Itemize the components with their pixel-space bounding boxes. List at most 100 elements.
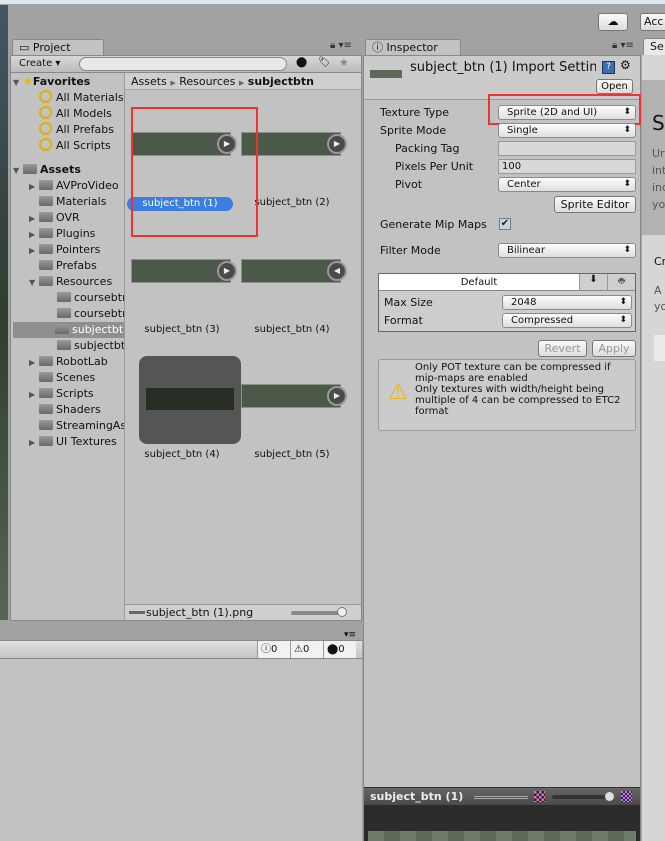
cloud-button[interactable]: ☁ bbox=[598, 13, 628, 31]
folder-icon bbox=[23, 164, 37, 174]
generate-mipmaps-label: Generate Mip Maps bbox=[380, 218, 487, 231]
back-arrow-icon: ◀ bbox=[327, 261, 347, 281]
tab-project[interactable]: ▭ Project bbox=[12, 39, 104, 56]
folder-item[interactable]: ▶ Plugins bbox=[13, 226, 125, 242]
folder-item[interactable]: ▶ Scripts bbox=[13, 386, 125, 402]
search-icon bbox=[39, 106, 52, 119]
info-icon: ⓘ bbox=[261, 644, 271, 655]
folder-icon bbox=[39, 212, 53, 222]
folder-icon bbox=[39, 180, 53, 190]
warning-toggle[interactable]: ⚠0 bbox=[290, 641, 323, 658]
alpha-toggle-icon[interactable] bbox=[534, 791, 545, 802]
lock-icon[interactable]: 🔒︎ ▾≡ bbox=[612, 40, 634, 51]
inspector-title: subject_btn (1) Import Settings bbox=[410, 60, 596, 75]
format-dropdown[interactable]: Compressed bbox=[502, 313, 632, 328]
console-menu-icon[interactable]: ▾≡ bbox=[344, 630, 356, 640]
pixels-per-unit-field[interactable]: 100 bbox=[498, 159, 636, 174]
download-platform-icon[interactable]: ⬇ bbox=[579, 274, 607, 291]
folder-icon bbox=[39, 404, 53, 414]
play-icon: ▶ bbox=[217, 261, 237, 281]
max-size-dropdown[interactable]: 2048 bbox=[502, 295, 632, 310]
folder-item[interactable]: Prefabs bbox=[13, 258, 125, 274]
revert-button[interactable]: Revert bbox=[538, 340, 587, 357]
sprite-thumbnail[interactable] bbox=[131, 259, 231, 283]
tab-default-platform[interactable]: Default bbox=[379, 274, 579, 291]
folder-icon bbox=[57, 292, 71, 302]
asset-name[interactable]: subject_btn (3) bbox=[127, 324, 237, 335]
filter-type-icon[interactable]: ⬤ bbox=[296, 57, 307, 68]
slider-handle[interactable] bbox=[337, 607, 347, 617]
breadcrumb-item[interactable]: Assets bbox=[131, 75, 167, 88]
project-toolbar: Create ▾ ⬤ 🏷︎ ★ bbox=[11, 56, 361, 73]
account-button[interactable]: Acc bbox=[640, 13, 665, 31]
folder-icon bbox=[39, 244, 53, 254]
search-icon bbox=[39, 138, 52, 151]
project-panel: Create ▾ ⬤ 🏷︎ ★ ▼ ★Favorites All Materials… bbox=[10, 55, 362, 621]
mip-slider-handle[interactable] bbox=[605, 792, 614, 801]
asset-name[interactable]: subject_btn (5) bbox=[237, 449, 347, 460]
info-toggle[interactable]: ⓘ0 bbox=[257, 641, 290, 658]
mip-level-icon[interactable] bbox=[621, 791, 632, 802]
folder-item[interactable]: subjectbtn bbox=[13, 338, 125, 354]
services-button[interactable] bbox=[654, 335, 665, 361]
favorite-item[interactable]: All Prefabs bbox=[13, 122, 125, 138]
mip-slider[interactable] bbox=[552, 795, 610, 799]
help-icon[interactable]: ? bbox=[602, 61, 615, 74]
services-sub-description: Ayo bbox=[654, 284, 665, 313]
breadcrumb-item[interactable]: Resources bbox=[179, 75, 235, 88]
folder-item[interactable]: coursebtn bbox=[13, 290, 125, 306]
console-toolbar: ⓘ0 ⚠0 ⬤0 bbox=[0, 641, 362, 659]
highlight-box bbox=[131, 107, 258, 237]
lock-icon[interactable]: 🔒︎ ▾≡ bbox=[330, 40, 352, 51]
star-icon[interactable]: ★ bbox=[339, 56, 349, 69]
search-input[interactable] bbox=[79, 57, 287, 71]
pivot-dropdown[interactable]: Center bbox=[498, 177, 636, 192]
sprite-thumbnail[interactable] bbox=[241, 384, 341, 408]
tab-services[interactable]: Se bbox=[643, 38, 665, 55]
favorite-item[interactable]: All Scripts bbox=[13, 138, 125, 154]
breadcrumb: Assets ▶ Resources ▶ subjectbtn bbox=[125, 73, 361, 90]
gear-icon[interactable]: ⚙ bbox=[620, 58, 631, 72]
folder-item[interactable]: Materials bbox=[13, 194, 125, 210]
apply-button[interactable]: Apply bbox=[592, 340, 636, 357]
label-tag-icon[interactable]: 🏷︎ bbox=[318, 57, 331, 68]
folder-item[interactable]: coursebtn bbox=[13, 306, 125, 322]
pixels-per-unit-label: Pixels Per Unit bbox=[395, 160, 474, 173]
favorites-header[interactable]: ▼ ★Favorites bbox=[13, 74, 125, 90]
folder-item[interactable]: StreamingAssets bbox=[13, 418, 125, 434]
folder-icon bbox=[55, 324, 69, 334]
create-button[interactable]: Create ▾ bbox=[19, 57, 60, 71]
sprite-mode-dropdown[interactable]: Single bbox=[498, 123, 636, 138]
asset-name[interactable]: subject_btn (4) bbox=[237, 324, 347, 335]
selected-file-path: subject_btn (1).png bbox=[146, 606, 254, 619]
tab-label: Inspector bbox=[386, 41, 438, 54]
sprite-editor-button[interactable]: Sprite Editor bbox=[554, 196, 636, 213]
folder-item[interactable]: Scenes bbox=[13, 370, 125, 386]
generate-mipmaps-checkbox[interactable]: ✔ bbox=[499, 218, 511, 230]
folder-item[interactable]: subjectbtn bbox=[13, 322, 125, 338]
services-heading: S bbox=[652, 111, 665, 135]
error-toggle[interactable]: ⬤0 bbox=[323, 641, 356, 658]
folder-item[interactable]: ▶ Pointers bbox=[13, 242, 125, 258]
folder-item[interactable]: ▶ OVR bbox=[13, 210, 125, 226]
folder-item[interactable]: Shaders bbox=[13, 402, 125, 418]
favorite-item[interactable]: All Materials bbox=[13, 90, 125, 106]
max-size-label: Max Size bbox=[384, 296, 433, 309]
folder-item[interactable]: ▼ Resources bbox=[13, 274, 125, 290]
play-icon: ▶ bbox=[327, 386, 347, 406]
asset-name[interactable]: subject_btn (4) bbox=[127, 449, 237, 460]
filter-mode-dropdown[interactable]: Bilinear bbox=[498, 243, 636, 258]
android-icon[interactable]: 🤖︎ bbox=[607, 274, 635, 291]
folder-item[interactable]: ▶ RobotLab bbox=[13, 354, 125, 370]
open-button[interactable]: Open bbox=[596, 79, 633, 94]
tab-inspector[interactable]: ⓘ Inspector bbox=[365, 39, 461, 56]
search-icon bbox=[39, 90, 52, 103]
breadcrumb-item[interactable]: subjectbtn bbox=[248, 75, 314, 88]
packing-tag-field[interactable] bbox=[498, 141, 636, 156]
favorite-item[interactable]: All Models bbox=[13, 106, 125, 122]
assets-header[interactable]: ▼ Assets bbox=[13, 162, 125, 178]
folder-icon bbox=[39, 436, 53, 446]
folder-item[interactable]: ▶ AVProVideo bbox=[13, 178, 125, 194]
sprite-thumbnail[interactable] bbox=[241, 259, 341, 283]
folder-item[interactable]: ▶ UI Textures bbox=[13, 434, 125, 450]
